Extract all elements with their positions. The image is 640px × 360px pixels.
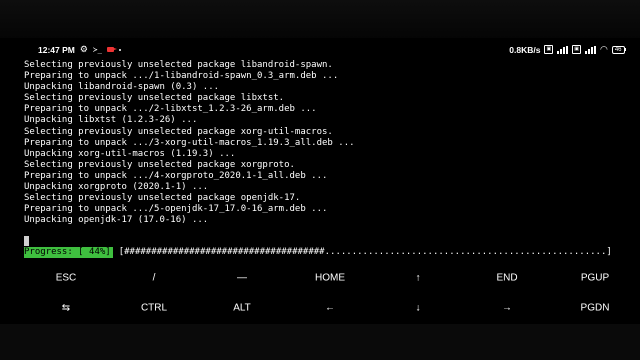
terminal-line: Unpacking xorgproto (2020.1-1) ... (24, 182, 209, 193)
progress-line: Progress: [ 44%] [######################… (24, 247, 612, 258)
signal-icon (557, 45, 569, 54)
terminal-line: Preparing to unpack .../2-libxtst_1.2.3-… (24, 104, 317, 115)
key-pgdn[interactable]: PGDN (581, 303, 610, 314)
terminal-line: Selecting previously unselected package … (24, 159, 295, 170)
terminal-line: Preparing to unpack .../4-xorgproto_2020… (24, 170, 328, 181)
notification-dot-icon (118, 48, 121, 51)
terminal-line: Unpacking libandroid-spawn (0.3) ... (24, 82, 220, 93)
key-right[interactable]: → (502, 303, 512, 314)
key-up[interactable]: ↑ (416, 273, 421, 284)
progress-label: Progress: [ 44%] (24, 247, 113, 258)
volte-icon: ▣ (544, 45, 554, 54)
key-home[interactable]: HOME (315, 273, 345, 284)
terminal-line: Preparing to unpack .../5-openjdk-17_17.… (24, 204, 328, 215)
battery-level: 46 (611, 45, 625, 54)
network-speed: 0.8KB/s (509, 44, 541, 55)
progress-bar: [#####################################..… (118, 247, 612, 257)
status-bar: 12:47 PM ⚙ ≻_ 0.8KB/s ▣ ▣ ◠ 46 (0, 38, 640, 60)
terminal-output[interactable]: Selecting previously unselected package … (24, 60, 624, 226)
battery-icon: 46 (611, 45, 626, 54)
volte2-icon: ▣ (572, 45, 581, 54)
terminal-line: Unpacking xorg-util-macros (1.19.3) ... (24, 148, 236, 159)
key-tab[interactable]: ⇆ (62, 303, 70, 314)
key-ctrl[interactable]: CTRL (141, 303, 167, 314)
bottom-letterbox (0, 324, 640, 360)
terminal-line: Unpacking openjdk-17 (17.0-16) ... (24, 215, 209, 226)
status-bar-left: 12:47 PM ⚙ ≻_ (38, 44, 121, 55)
clock: 12:47 PM (38, 44, 75, 55)
wifi-icon: ◠ (599, 44, 608, 54)
terminal-line: Selecting previously unselected package … (24, 126, 333, 137)
key-pgup[interactable]: PGUP (581, 273, 609, 284)
gear-icon: ⚙ (79, 44, 88, 54)
key-end[interactable]: END (496, 273, 517, 284)
terminal-line: Preparing to unpack .../1-libandroid-spa… (24, 71, 339, 82)
key-left[interactable]: ← (325, 303, 335, 314)
key-dash[interactable]: — (237, 273, 247, 284)
signal2-icon (584, 45, 596, 54)
key-slash[interactable]: / (153, 273, 156, 284)
screen-record-icon (106, 47, 117, 52)
terminal-icon: ≻_ (92, 45, 102, 54)
terminal-line: Selecting previously unselected package … (24, 60, 333, 70)
terminal-line: Selecting previously unselected package … (24, 93, 285, 104)
key-esc[interactable]: ESC (56, 273, 77, 284)
terminal-cursor (24, 236, 29, 246)
terminal-line: Unpacking libxtst (1.2.3-26) ... (24, 115, 198, 126)
terminal-line: Selecting previously unselected package … (24, 193, 301, 204)
key-down[interactable]: ↓ (416, 303, 421, 314)
terminal-line: Preparing to unpack .../3-xorg-util-macr… (24, 137, 355, 148)
key-alt[interactable]: ALT (233, 303, 251, 314)
top-letterbox (0, 0, 640, 38)
status-bar-right: 0.8KB/s ▣ ▣ ◠ 46 (509, 44, 626, 55)
